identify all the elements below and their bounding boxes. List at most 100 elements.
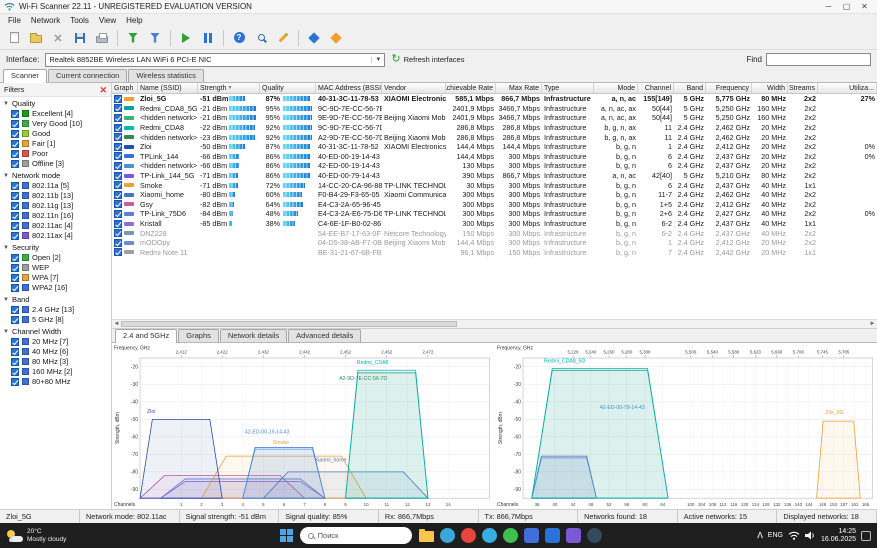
filter-item-offline-3[interactable]: Offline [3]	[0, 159, 111, 169]
table-row[interactable]: <hidden network>-23 dBm92%A2-9D-7E-CC-56…	[112, 132, 877, 142]
refresh-interfaces-button[interactable]: ↻ Refresh interfaces	[391, 54, 464, 65]
toolbar-channels-24ghz-button[interactable]	[304, 28, 324, 47]
table-row[interactable]: Kristall-85 dBm38%C4-6E-1F-B0-02-86300 M…	[112, 219, 877, 229]
filter-item-2-4-ghz-13[interactable]: 2.4 GHz [13]	[0, 305, 111, 315]
row-checkbox[interactable]	[114, 191, 122, 199]
filter-item-802-11ac-4[interactable]: 802.11ac [4]	[0, 221, 111, 231]
toolbar-filter-edit-button[interactable]	[145, 28, 165, 47]
table-row[interactable]: Gsy-82 dBm64%E4-C3-2A-65-96-45300 Mbps30…	[112, 200, 877, 210]
checkbox-checked-icon[interactable]	[11, 130, 19, 138]
taskbar-clock[interactable]: 14:25 16.06.2025	[821, 528, 856, 544]
language-indicator[interactable]: ENG	[768, 532, 783, 539]
menu-tools[interactable]: Tools	[65, 16, 94, 25]
taskbar-telegram-icon[interactable]	[482, 528, 497, 543]
filter-item-160-mhz-2[interactable]: 160 MHz [2]	[0, 367, 111, 377]
tab-scanner[interactable]: Scanner	[3, 69, 47, 83]
row-checkbox[interactable]	[114, 114, 122, 122]
toolbar-open-button[interactable]	[26, 28, 46, 47]
table-row[interactable]: TPLink_144-66 dBm86%40-ED-00-19-14-43144…	[112, 152, 877, 162]
find-input[interactable]	[766, 53, 871, 66]
checkbox-checked-icon[interactable]	[11, 348, 19, 356]
filter-item-wpa2-16[interactable]: WPA2 [16]	[0, 283, 111, 293]
interface-select[interactable]: Realtek 8852BE Wireless LAN WiFi 6 PCI-E…	[45, 53, 385, 67]
checkbox-checked-icon[interactable]	[11, 316, 19, 324]
toolbar-pause-scan-button[interactable]	[198, 28, 218, 47]
row-checkbox[interactable]	[114, 220, 122, 228]
filter-item-wep[interactable]: WEP	[0, 263, 111, 273]
table-row[interactable]: TP-Link_144_5G-71 dBm86%40-ED-00-79-14-4…	[112, 171, 877, 181]
table-row[interactable]: Redmi_CDA8-22 dBm92%9C-9D-7E-CC-56-7D286…	[112, 123, 877, 133]
chart-tab-graphs[interactable]: Graphs	[178, 329, 219, 342]
row-checkbox[interactable]	[114, 133, 122, 141]
scroll-right-icon[interactable]: ►	[868, 319, 877, 328]
checkbox-checked-icon[interactable]	[11, 150, 19, 158]
column-header-vendor[interactable]: Vendor	[382, 83, 446, 93]
column-header-band[interactable]: Band	[674, 83, 706, 93]
filter-group-quality[interactable]: ▼Quality	[0, 97, 111, 109]
taskbar-photos-icon[interactable]	[566, 528, 581, 543]
column-header-graph[interactable]: Graph	[112, 83, 138, 93]
table-row[interactable]: Xiaomi_home-80 dBm60%F0-B4-29-F3-65-05Xi…	[112, 190, 877, 200]
checkbox-checked-icon[interactable]	[11, 232, 19, 240]
filter-item-good[interactable]: Good	[0, 129, 111, 139]
checkbox-checked-icon[interactable]	[11, 338, 19, 346]
toolbar-delete-button[interactable]	[48, 28, 68, 47]
filter-item-80-80-mhz[interactable]: 80+80 MHz	[0, 377, 111, 387]
row-checkbox[interactable]	[114, 124, 122, 132]
toolbar-start-scan-button[interactable]	[176, 28, 196, 47]
column-header-width[interactable]: Width	[752, 83, 788, 93]
filter-item-40-mhz-6[interactable]: 40 MHz [6]	[0, 347, 111, 357]
tray-expand-icon[interactable]: ᐱ	[757, 531, 762, 540]
scrollbar-track[interactable]	[121, 320, 868, 328]
horizontal-scrollbar[interactable]: ◄ ►	[112, 319, 877, 328]
toolbar-search-button[interactable]	[251, 28, 271, 47]
table-row[interactable]: TP-Link_75D6-84 dBm48%E4-C3-2A-E6-75-D6T…	[112, 209, 877, 219]
checkbox-checked-icon[interactable]	[11, 120, 19, 128]
tab-wireless-statistics[interactable]: Wireless statistics	[128, 69, 204, 82]
taskbar-edge-icon[interactable]	[440, 528, 455, 543]
toolbar-help-button[interactable]	[229, 28, 249, 47]
volume-icon[interactable]	[805, 531, 816, 540]
table-row[interactable]: Zloi_5G-51 dBm87%40-31-3C-11-78-53XIAOMI…	[112, 94, 877, 104]
table-row[interactable]: <hidden network>-21 dBm95%9E-9D-7E-CC-56…	[112, 113, 877, 123]
chart-tab-network-details[interactable]: Network details	[220, 329, 287, 342]
column-header-freq[interactable]: Frequency	[706, 83, 752, 93]
column-header-streams[interactable]: Streams	[788, 83, 818, 93]
taskbar-mail-icon[interactable]	[524, 528, 539, 543]
checkbox-checked-icon[interactable]	[11, 358, 19, 366]
taskbar-weather-widget[interactable]: 20°C Mostly cloudy	[6, 528, 124, 543]
menu-help[interactable]: Help	[121, 16, 147, 25]
taskbar-steam-icon[interactable]	[587, 528, 602, 543]
taskbar-chrome-icon[interactable]	[461, 528, 476, 543]
table-row[interactable]: Redmi_CDA8_5G-21 dBm95%9C-9D-7E-CC-56-7E…	[112, 104, 877, 114]
filter-item-poor[interactable]: Poor	[0, 149, 111, 159]
filter-item-802-11n-16[interactable]: 802.11n [16]	[0, 211, 111, 221]
taskbar-file-explorer-icon[interactable]	[419, 531, 434, 542]
scrollbar-thumb[interactable]	[121, 321, 457, 327]
toolbar-edit-button[interactable]	[273, 28, 293, 47]
menu-file[interactable]: File	[3, 16, 26, 25]
checkbox-checked-icon[interactable]	[11, 110, 19, 118]
checkbox-checked-icon[interactable]	[11, 192, 19, 200]
checkbox-checked-icon[interactable]	[11, 212, 19, 220]
filter-item-5-ghz-8[interactable]: 5 GHz [8]	[0, 315, 111, 325]
filter-item-20-mhz-7[interactable]: 20 MHz [7]	[0, 337, 111, 347]
column-header-util[interactable]: Utiliza...	[818, 83, 877, 93]
filter-group-security[interactable]: ▼Security	[0, 241, 111, 253]
checkbox-checked-icon[interactable]	[11, 264, 19, 272]
column-header-ach[interactable]: Achievable Rate	[446, 83, 496, 93]
filter-item-open-2[interactable]: Open [2]	[0, 253, 111, 263]
menu-network[interactable]: Network	[26, 16, 65, 25]
row-checkbox[interactable]	[114, 200, 122, 208]
filter-item-80-mhz-3[interactable]: 80 MHz [3]	[0, 357, 111, 367]
row-checkbox[interactable]	[114, 95, 122, 103]
row-checkbox[interactable]	[114, 104, 122, 112]
row-checkbox[interactable]	[114, 162, 122, 170]
checkbox-checked-icon[interactable]	[11, 182, 19, 190]
column-header-mac[interactable]: MAC Address (BSSID)	[316, 83, 382, 93]
row-checkbox[interactable]	[114, 239, 122, 247]
column-header-mode[interactable]: Mode	[594, 83, 638, 93]
filter-group-network-mode[interactable]: ▼Network mode	[0, 169, 111, 181]
maximize-button[interactable]: ▢	[838, 0, 855, 13]
column-header-type[interactable]: Type	[542, 83, 594, 93]
